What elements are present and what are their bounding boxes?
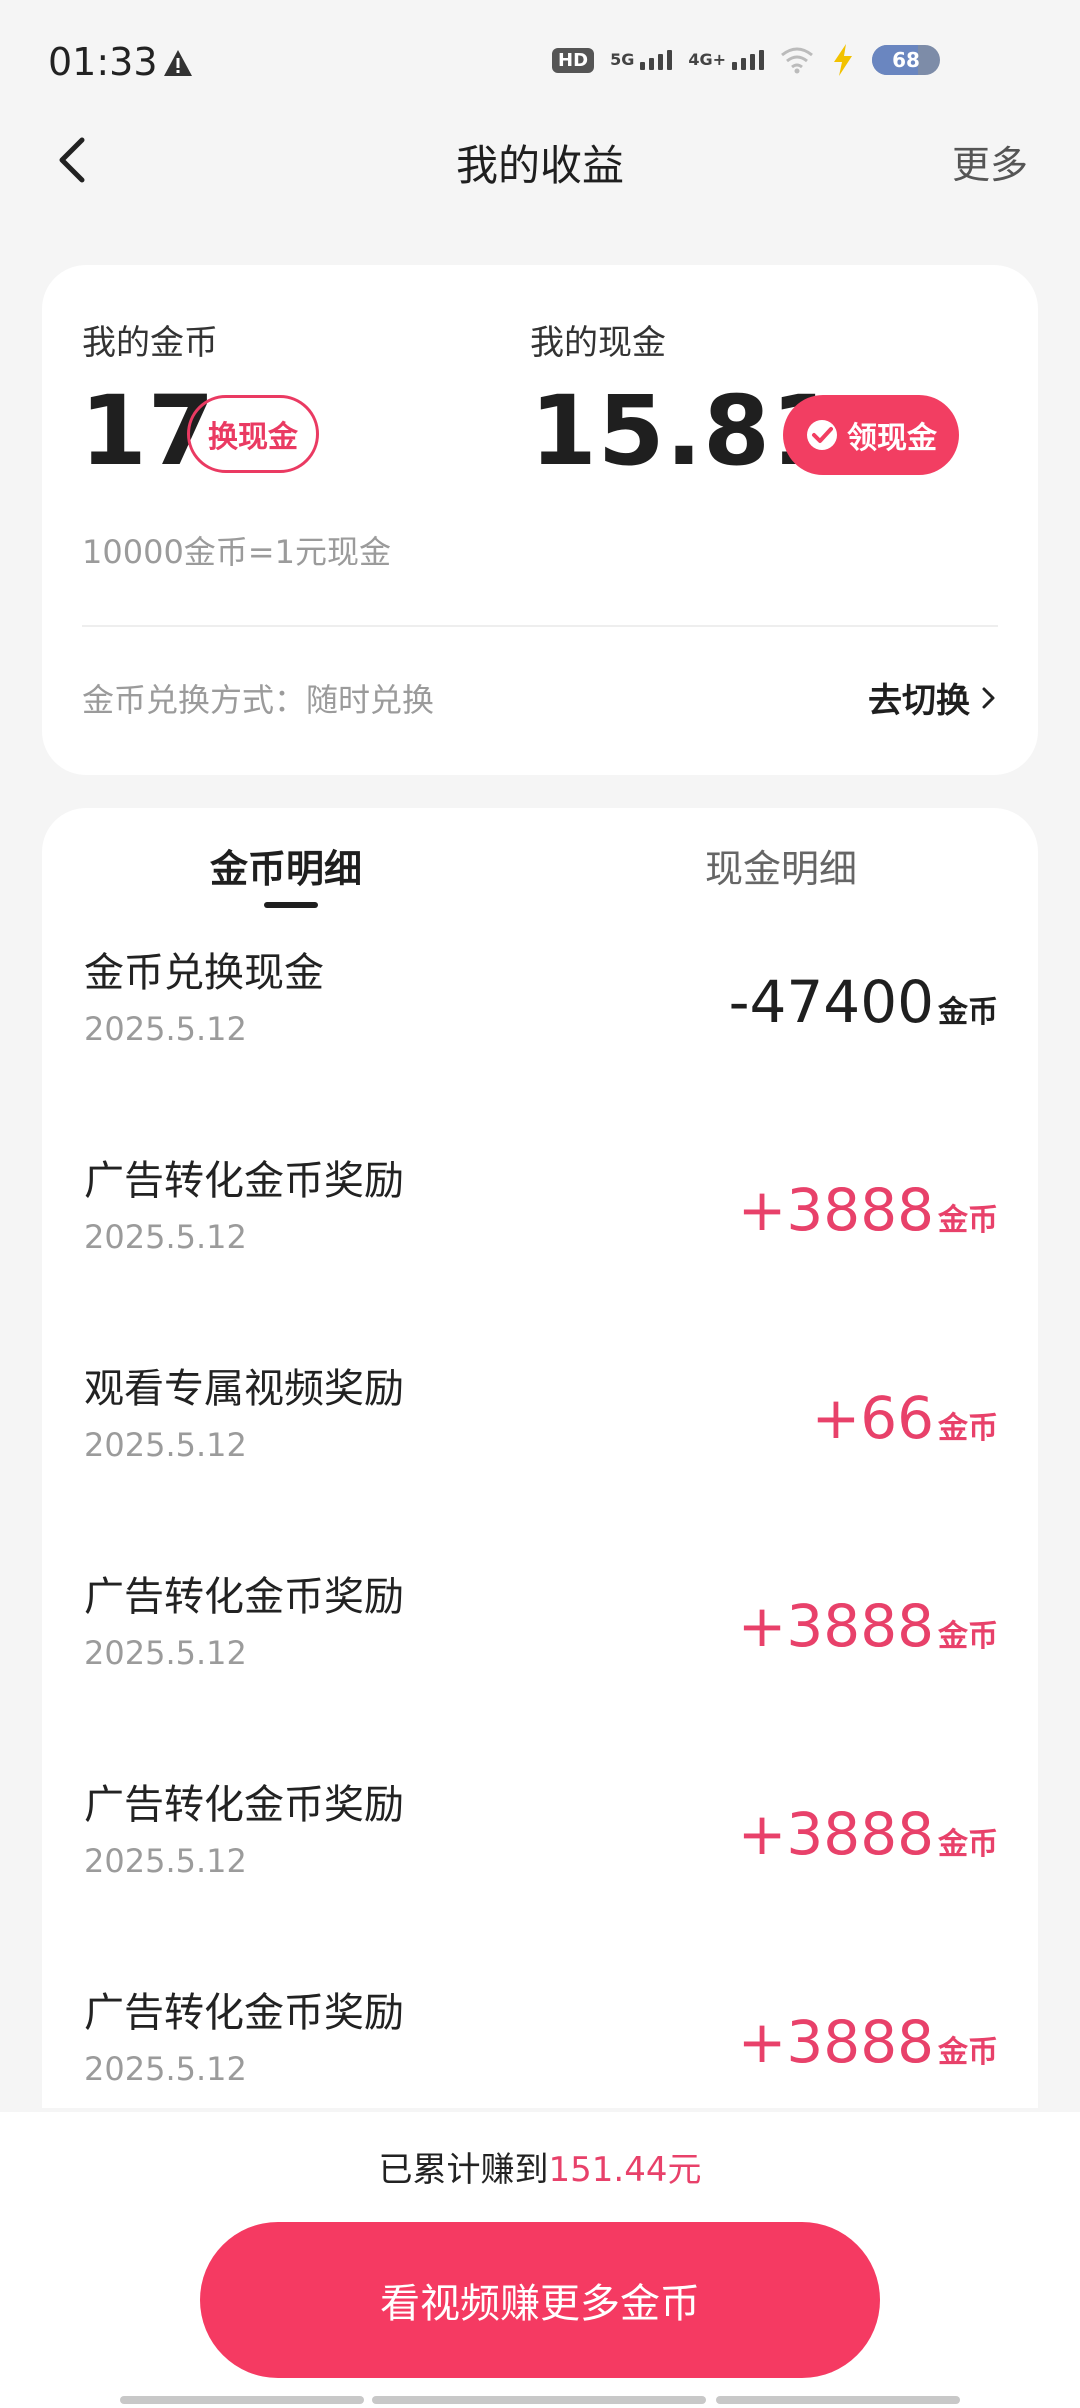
status-time: 01:33 bbox=[48, 40, 158, 84]
tab-active-indicator bbox=[264, 902, 318, 908]
status-bar: 01:33 HD 5G 4G+ 68 bbox=[0, 0, 1080, 128]
amount-unit: 金币 bbox=[938, 1619, 998, 1654]
amount-unit: 金币 bbox=[938, 2035, 998, 2070]
cash-label: 我的现金 bbox=[530, 323, 666, 363]
page-title: 我的收益 bbox=[455, 141, 624, 190]
bottom-panel: 已累计赚到151.44元 看视频赚更多金币 bbox=[0, 2112, 1080, 2408]
charging-bolt-icon bbox=[834, 44, 852, 76]
switch-method-link[interactable]: 去切换 bbox=[868, 673, 998, 722]
record-title: 广告转化金币奖励 bbox=[84, 1782, 404, 1828]
exchange-cash-button[interactable]: 换现金 bbox=[187, 395, 319, 473]
record-date: 2025.5.12 bbox=[84, 2050, 247, 2088]
record-date: 2025.5.12 bbox=[84, 1842, 247, 1880]
exchange-rate-text: 10000金币=1元现金 bbox=[82, 533, 391, 571]
record-date: 2025.5.12 bbox=[84, 1426, 247, 1464]
amount-value: +3888 bbox=[737, 1176, 934, 1244]
record-title: 广告转化金币奖励 bbox=[84, 1574, 404, 1620]
coins-label: 我的金币 bbox=[82, 323, 218, 363]
battery-percent: 68 bbox=[892, 48, 920, 72]
list-item[interactable]: 金币兑换现金 2025.5.12 -47400 金币 bbox=[42, 940, 1038, 1148]
total-earned-prefix: 已累计赚到 bbox=[378, 2150, 549, 2190]
total-earned-value: 151.44元 bbox=[548, 2150, 702, 2190]
list-item[interactable]: 广告转化金币奖励 2025.5.12 +3888 金币 bbox=[42, 1772, 1038, 1980]
earnings-summary-card: 我的金币 17 换现金 我的现金 15.81 领现金 10000金币=1元现金 … bbox=[42, 265, 1038, 775]
amount-value: +3888 bbox=[737, 1592, 934, 1660]
record-amount: -47400 金币 bbox=[729, 968, 998, 1036]
nav-gesture-bar[interactable] bbox=[372, 2396, 706, 2404]
withdraw-cash-button[interactable]: 领现金 bbox=[783, 395, 959, 475]
battery-icon: 68 bbox=[872, 45, 940, 75]
record-amount: +3888 金币 bbox=[738, 2008, 998, 2076]
record-amount: +3888 金币 bbox=[738, 1176, 998, 1244]
chevron-right-icon bbox=[982, 687, 995, 708]
wifi-icon bbox=[781, 47, 813, 74]
status-icons: HD 5G 4G+ 68 bbox=[552, 42, 940, 78]
detail-card: 金币明细 现金明细 金币兑换现金 2025.5.12 -47400 金币 广告转… bbox=[42, 808, 1038, 2108]
record-amount: +66 金币 bbox=[812, 1384, 998, 1452]
amount-unit: 金币 bbox=[938, 1411, 998, 1446]
nav-bar: 我的收益 更多 bbox=[0, 120, 1080, 200]
record-date: 2025.5.12 bbox=[84, 1010, 247, 1048]
amount-value: +66 bbox=[811, 1384, 934, 1452]
list-item[interactable]: 观看专属视频奖励 2025.5.12 +66 金币 bbox=[42, 1356, 1038, 1564]
amount-value: +3888 bbox=[737, 1800, 934, 1868]
record-title: 广告转化金币奖励 bbox=[84, 1990, 404, 2036]
record-title: 广告转化金币奖励 bbox=[84, 1158, 404, 1204]
divider bbox=[82, 625, 998, 627]
list-item[interactable]: 广告转化金币奖励 2025.5.12 +3888 金币 bbox=[42, 1564, 1038, 1772]
amount-unit: 金币 bbox=[938, 1827, 998, 1862]
list-item[interactable]: 广告转化金币奖励 2025.5.12 +3888 金币 bbox=[42, 1148, 1038, 1356]
signal-4g-icon: 4G+ bbox=[688, 50, 764, 70]
amount-value: -47400 bbox=[728, 968, 934, 1036]
record-amount: +3888 金币 bbox=[738, 1800, 998, 1868]
record-title: 金币兑换现金 bbox=[84, 950, 324, 996]
withdraw-cash-label: 领现金 bbox=[847, 421, 937, 456]
record-date: 2025.5.12 bbox=[84, 1218, 247, 1256]
more-button[interactable]: 更多 bbox=[952, 134, 1028, 189]
tab-cash-details[interactable]: 现金明细 bbox=[705, 838, 857, 893]
switch-method-label: 去切换 bbox=[868, 681, 970, 721]
record-amount: +3888 金币 bbox=[738, 1592, 998, 1660]
warning-icon bbox=[164, 50, 192, 76]
record-title: 观看专属视频奖励 bbox=[84, 1366, 404, 1412]
amount-value: +3888 bbox=[737, 2008, 934, 2076]
record-date: 2025.5.12 bbox=[84, 1634, 247, 1672]
amount-unit: 金币 bbox=[938, 995, 998, 1030]
amount-unit: 金币 bbox=[938, 1203, 998, 1238]
nav-gesture-bar[interactable] bbox=[120, 2396, 364, 2404]
hd-icon: HD bbox=[552, 47, 595, 73]
signal-5g-icon: 5G bbox=[610, 50, 673, 70]
total-earned: 已累计赚到151.44元 bbox=[0, 2142, 1080, 2191]
watch-video-button[interactable]: 看视频赚更多金币 bbox=[200, 2222, 880, 2378]
exchange-method-text: 金币兑换方式：随时兑换 bbox=[82, 681, 435, 719]
tab-coin-details[interactable]: 金币明细 bbox=[210, 838, 362, 893]
nav-gesture-bar[interactable] bbox=[716, 2396, 960, 2404]
wechat-pay-icon bbox=[807, 420, 837, 450]
